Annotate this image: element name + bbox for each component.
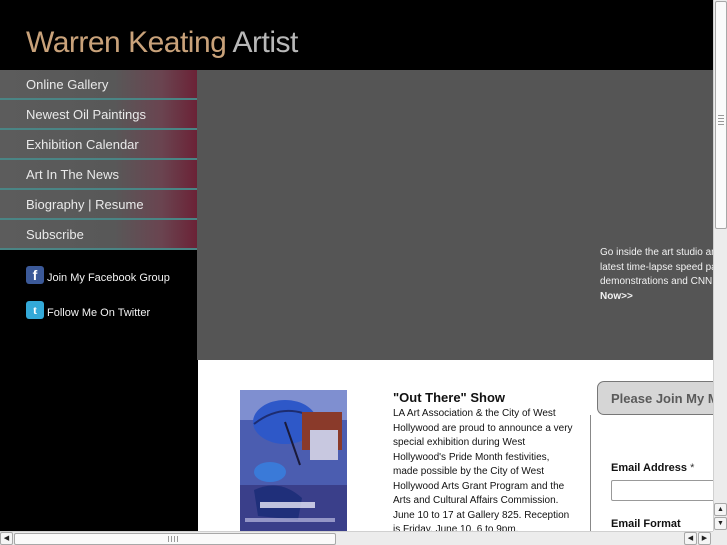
banner-line-2: latest time-lapse speed pa (600, 261, 713, 273)
painting-thumbnail[interactable] (240, 390, 347, 531)
social-links: f Join My Facebook Group t Follow Me On … (0, 250, 198, 531)
facebook-link-label: Join My Facebook Group (47, 272, 170, 284)
studio-banner[interactable]: Go inside the art studio an latest time-… (197, 70, 713, 360)
nav-item-exhibition-calendar[interactable]: Exhibition Calendar (0, 130, 197, 160)
email-address-label-text: Email Address (611, 462, 688, 474)
vertical-thumb-grip (718, 121, 724, 122)
nav-item-art-in-the-news[interactable]: Art In The News (0, 160, 197, 190)
painting-thumbnail-art (240, 390, 347, 531)
email-address-input[interactable] (611, 480, 713, 501)
twitter-link[interactable]: t Follow Me On Twitter (26, 301, 150, 319)
facebook-link[interactable]: f Join My Facebook Group (26, 266, 170, 284)
site-title[interactable]: Warren Keating Artist (26, 26, 298, 60)
banner-line-3: demonstrations and CNN (600, 276, 713, 287)
required-mark: * (690, 462, 695, 474)
scrollbar-corner (713, 531, 727, 545)
signup-header-box: Please Join My M (597, 381, 713, 415)
nav-item-newest-oil-paintings[interactable]: Newest Oil Paintings (0, 100, 197, 130)
site-title-brand: Warren Keating (26, 26, 227, 59)
banner-line-1: Go inside the art studio an (600, 247, 713, 258)
nav-item-subscribe[interactable]: Subscribe (0, 220, 197, 250)
arrow-down-icon: ▼ (717, 520, 724, 527)
banner-now-link[interactable]: Now>> (600, 290, 713, 305)
horizontal-thumb-grip (171, 536, 172, 542)
scroll-left-button[interactable]: ◀ (0, 532, 13, 545)
arrow-right-icon: ▶ (701, 535, 708, 542)
vertical-scroll-thumb[interactable] (715, 1, 727, 229)
banner-text: Go inside the art studio an latest time-… (600, 246, 713, 304)
facebook-icon: f (26, 266, 44, 284)
arrow-left-icon: ◀ (687, 535, 694, 542)
horizontal-thumb-grip (177, 536, 178, 542)
email-address-label: Email Address * (611, 462, 694, 474)
nav-item-online-gallery[interactable]: Online Gallery (0, 70, 197, 100)
site-title-suffix: Artist (232, 26, 299, 59)
scroll-right-button[interactable]: ▶ (698, 532, 711, 545)
signup-title: Please Join My M (611, 391, 713, 406)
vertical-thumb-grip (718, 124, 724, 125)
arrow-up-icon: ▲ (717, 506, 724, 513)
horizontal-scroll-thumb[interactable] (14, 533, 336, 545)
news-title[interactable]: "Out There" Show (393, 390, 505, 405)
nav-item-biography-resume[interactable]: Biography | Resume (0, 190, 197, 220)
news-body: LA Art Association & the City of West Ho… (393, 408, 573, 531)
scroll-left-button-end[interactable]: ◀ (684, 532, 697, 545)
horizontal-scrollbar[interactable]: ◀ ◀ ▶ (0, 531, 713, 545)
email-format-label: Email Format (611, 518, 681, 530)
main-nav: Online Gallery Newest Oil Paintings Exhi… (0, 70, 197, 250)
vertical-thumb-grip (718, 118, 724, 119)
vertical-thumb-grip (718, 115, 724, 116)
horizontal-thumb-grip (168, 536, 169, 542)
twitter-link-label: Follow Me On Twitter (47, 307, 151, 319)
horizontal-thumb-grip (174, 536, 175, 542)
content-area: "Out There" Show LA Art Association & th… (198, 360, 713, 531)
scroll-up-button[interactable]: ▲ (714, 503, 727, 516)
scroll-down-button[interactable]: ▼ (714, 517, 727, 530)
vertical-scrollbar[interactable]: ▲ ▼ (713, 0, 727, 531)
twitter-icon: t (26, 301, 44, 319)
arrow-left-icon: ◀ (3, 535, 10, 542)
page-viewport: Warren Keating Artist Online Gallery New… (0, 0, 713, 531)
